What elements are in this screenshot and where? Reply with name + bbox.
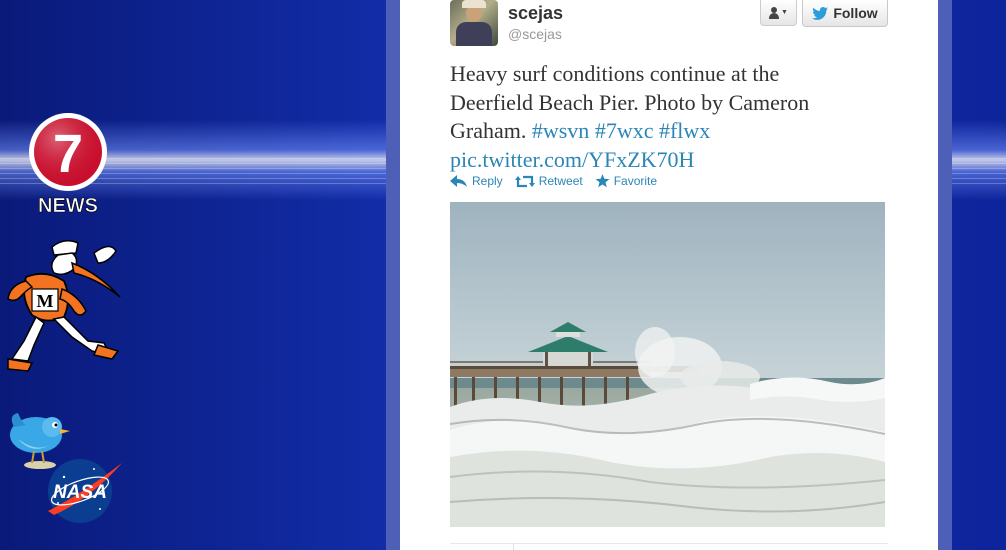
star-icon [595, 174, 610, 188]
person-icon [769, 6, 780, 19]
bottom-divider-tick [513, 543, 514, 550]
7news-logo: 7 NEWS [22, 112, 118, 217]
user-avatar[interactable] [450, 0, 498, 46]
card-border-right [938, 0, 952, 550]
hashtag-flwx[interactable]: #flwx [659, 118, 710, 143]
tweet-card: scejas @scejas ▼ Follow Heavy surf condi… [400, 0, 938, 550]
news-label: NEWS [38, 195, 98, 216]
tweet-text: Heavy surf conditions continue at the De… [450, 60, 890, 174]
retweet-label: Retweet [538, 174, 583, 188]
avatar-hat [462, 0, 486, 8]
tweet-text-line-3: Graham. #wsvn #7wxc #flwx [450, 117, 890, 146]
favorite-action[interactable]: Favorite [595, 174, 657, 188]
tweet-text-plain: Graham. [450, 118, 527, 143]
tweet-photo[interactable] [450, 202, 885, 527]
ibis-mascot-image: M [2, 233, 122, 373]
user-actions-button[interactable]: ▼ [760, 0, 797, 26]
twitter-bird-icon [812, 6, 829, 20]
channel-number: 7 [53, 124, 83, 184]
card-border-left [386, 0, 400, 550]
retweet-action[interactable]: Retweet [514, 174, 583, 188]
follow-button[interactable]: Follow [802, 0, 888, 27]
nasa-label: NASA [53, 482, 107, 503]
svg-text:M: M [37, 291, 54, 311]
bottom-divider [450, 543, 888, 544]
pic-link[interactable]: pic.twitter.com/YFxZK70H [450, 147, 694, 172]
reply-label: Reply [472, 174, 503, 188]
reply-arrow-icon [450, 174, 467, 187]
follow-label: Follow [833, 5, 878, 21]
user-display-name[interactable]: scejas [508, 3, 563, 24]
avatar-shirt [456, 22, 492, 46]
tweet-actions: Reply Retweet Favorite [450, 174, 669, 188]
hashtag-wsvn[interactable]: #wsvn [532, 118, 589, 143]
retweet-icon [514, 175, 535, 187]
nasa-logo: NASA [44, 455, 124, 525]
reply-action[interactable]: Reply [450, 174, 503, 188]
hashtag-7wxc[interactable]: #7wxc [595, 118, 654, 143]
favorite-label: Favorite [613, 174, 658, 188]
tweet-text-line-1: Heavy surf conditions continue at the [450, 61, 780, 86]
tweet-text-line-2: Deerfield Beach Pier. Photo by Cameron [450, 89, 810, 115]
chevron-down-icon: ▼ [781, 9, 788, 16]
user-screen-name[interactable]: @scejas [508, 26, 562, 42]
